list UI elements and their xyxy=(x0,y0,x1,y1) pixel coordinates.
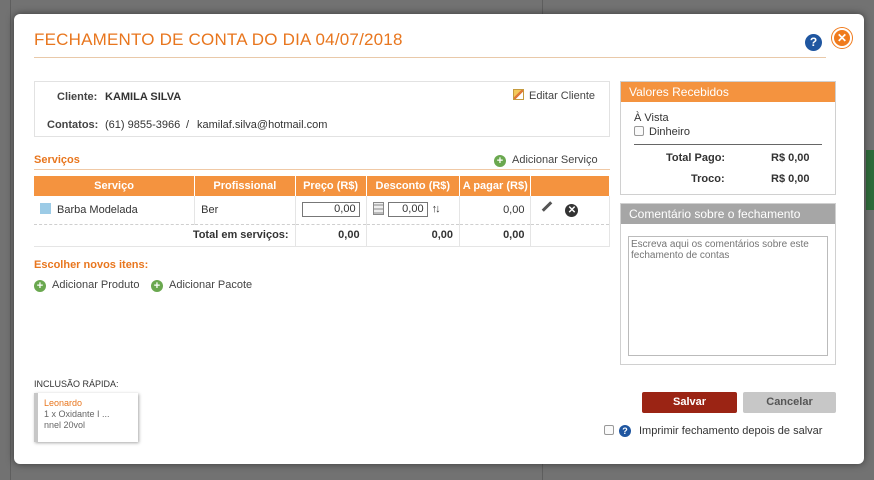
discount-cell: 0,00 ↑↓ xyxy=(366,196,461,225)
cancel-button[interactable]: Cancelar xyxy=(743,392,836,413)
client-label: Cliente: xyxy=(57,91,98,103)
table-row: Barba Modelada Ber 0,00 0,00 ↑↓ 0,00 ✕ xyxy=(34,196,610,225)
edit-client-label: Editar Cliente xyxy=(529,90,596,102)
save-button[interactable]: Salvar xyxy=(642,392,737,413)
client-info-box: Cliente: KAMILA SILVA Contatos: (61) 985… xyxy=(34,81,610,137)
client-phone: (61) 9855-3966 xyxy=(105,119,181,131)
contacts-label: Contatos: xyxy=(47,119,99,131)
backdrop-divider xyxy=(10,0,11,480)
edit-pencil-icon xyxy=(513,89,524,100)
add-product-plus-icon: + xyxy=(34,280,46,292)
add-service-link[interactable]: + Adicionar Serviço xyxy=(494,154,598,167)
total-empty-cell xyxy=(530,224,610,247)
add-package-plus-icon: + xyxy=(151,280,163,292)
add-service-label: Adicionar Serviço xyxy=(512,154,598,166)
cash-title: À Vista xyxy=(634,112,669,124)
services-total-row: Total em serviços: 0,00 0,00 0,00 xyxy=(34,224,610,247)
remove-icon[interactable]: ✕ xyxy=(565,204,579,218)
service-name: Barba Modelada xyxy=(57,204,138,217)
close-icon[interactable]: ✕ xyxy=(832,28,852,48)
comment-panel: Comentário sobre o fechamento xyxy=(620,203,836,365)
services-table: Serviço Profissional Preço (R$) Desconto… xyxy=(34,176,610,247)
print-after-save-option[interactable]: ? Imprimir fechamento depois de salvar xyxy=(604,425,822,437)
service-color-swatch xyxy=(40,203,51,215)
add-package-label: Adicionar Pacote xyxy=(169,279,253,291)
received-values-panel: Valores Recebidos À Vista Dinheiro Total… xyxy=(620,81,836,195)
calculator-icon[interactable] xyxy=(372,202,384,216)
quick-card-line1: 1 x Oxidante I ... xyxy=(44,409,110,419)
comment-title: Comentário sobre o fechamento xyxy=(621,204,835,224)
add-package-link[interactable]: + Adicionar Pacote xyxy=(151,279,252,292)
client-name: KAMILA SILVA xyxy=(105,91,182,103)
price-cell: 0,00 xyxy=(295,196,367,225)
closing-dialog: FECHAMENTO DE CONTA DO DIA 04/07/2018 ? … xyxy=(14,14,864,464)
contact-separator: / xyxy=(186,119,190,131)
print-checkbox[interactable] xyxy=(604,425,614,435)
services-title: Serviços xyxy=(34,154,80,166)
backdrop-accent xyxy=(866,150,874,210)
print-label: Imprimir fechamento depois de salvar xyxy=(639,425,823,437)
services-divider xyxy=(34,169,610,170)
services-header-row: Serviço Profissional Preço (R$) Desconto… xyxy=(34,176,610,196)
new-items-title: Escolher novos itens: xyxy=(34,259,149,271)
quick-card-line2: nnel 20vol xyxy=(44,420,86,430)
client-email: kamilaf.silva@hotmail.com xyxy=(197,119,328,131)
edit-client-link[interactable]: Editar Cliente xyxy=(513,89,595,102)
title-divider xyxy=(34,57,826,58)
add-service-plus-icon: + xyxy=(494,155,506,167)
price-input[interactable]: 0,00 xyxy=(301,202,360,218)
total-label: Total em serviços: xyxy=(34,224,296,247)
service-cell: Barba Modelada xyxy=(34,196,196,225)
total-to-pay: 0,00 xyxy=(459,224,532,247)
total-paid-value: R$ 0,00 xyxy=(771,152,810,164)
col-header-discount: Desconto (R$) xyxy=(366,176,461,196)
help-icon[interactable]: ? xyxy=(805,34,822,51)
col-header-service: Serviço xyxy=(34,176,196,196)
comment-textarea[interactable] xyxy=(628,236,828,356)
received-values-title: Valores Recebidos xyxy=(621,82,835,102)
quick-card-professional: Leonardo xyxy=(44,398,83,408)
swap-arrows-icon[interactable]: ↑↓ xyxy=(432,203,441,215)
add-product-link[interactable]: + Adicionar Produto xyxy=(34,279,139,292)
col-header-actions xyxy=(530,176,610,196)
cash-checkbox[interactable] xyxy=(634,126,644,136)
received-divider xyxy=(634,144,822,145)
cash-option-label: Dinheiro xyxy=(649,126,690,138)
total-discount: 0,00 xyxy=(366,224,461,247)
change-label: Troco: xyxy=(691,173,725,185)
professional-cell: Ber xyxy=(194,196,296,225)
col-header-professional: Profissional xyxy=(194,176,296,196)
quick-inclusion-label: INCLUSÃO RÁPIDA: xyxy=(34,379,119,389)
change-value: R$ 0,00 xyxy=(771,173,810,185)
col-header-to-pay: A pagar (R$) xyxy=(459,176,532,196)
to-pay-cell: 0,00 xyxy=(459,196,532,225)
cash-option[interactable]: Dinheiro xyxy=(634,126,690,138)
total-paid-label: Total Pago: xyxy=(666,152,726,164)
edit-pencil-icon[interactable] xyxy=(542,201,553,213)
help-icon[interactable]: ? xyxy=(619,425,631,437)
dialog-title: FECHAMENTO DE CONTA DO DIA 04/07/2018 xyxy=(34,30,403,49)
discount-input[interactable]: 0,00 xyxy=(387,202,428,218)
col-header-price: Preço (R$) xyxy=(295,176,367,196)
actions-cell: ✕ xyxy=(530,196,610,225)
add-product-label: Adicionar Produto xyxy=(52,279,140,291)
total-price: 0,00 xyxy=(295,224,367,247)
quick-inclusion-card[interactable]: Leonardo 1 x Oxidante I ... nnel 20vol xyxy=(34,393,138,442)
